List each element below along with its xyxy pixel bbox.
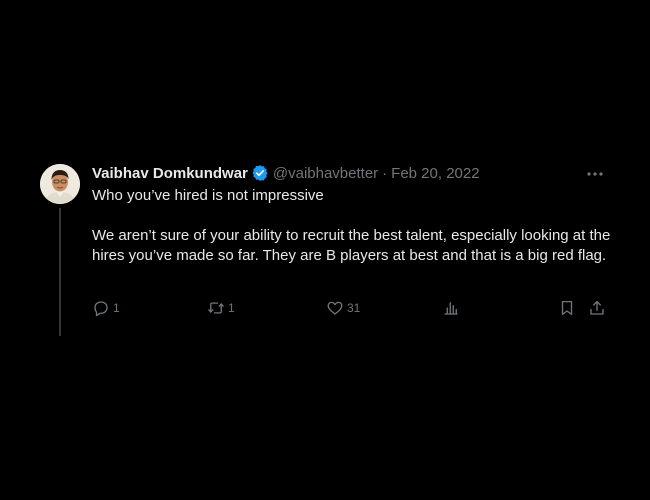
bookmark-icon — [561, 300, 573, 316]
reply-button[interactable]: 1 — [92, 298, 120, 318]
retweet-count: 1 — [228, 301, 235, 315]
author-name[interactable]: Vaibhav Domkundwar — [92, 165, 248, 182]
more-options-icon — [587, 172, 603, 176]
tweet-paragraph: Who you’ve hired is not impressive — [92, 187, 324, 204]
avatar-portrait-icon — [40, 164, 80, 204]
like-button[interactable]: 31 — [326, 298, 360, 318]
retweet-button[interactable]: 1 — [207, 298, 235, 318]
like-count: 31 — [347, 301, 361, 315]
more-options-button[interactable] — [585, 164, 605, 184]
action-bar: 1 1 31 — [92, 298, 608, 318]
reply-icon — [94, 301, 108, 317]
tweet-paragraph: We aren’t sure of your ability to recrui… — [92, 227, 611, 264]
verified-badge-icon — [252, 165, 268, 181]
like-icon — [327, 301, 343, 315]
tweet-header: Vaibhav Domkundwar @vaibhavbetter · Feb … — [92, 162, 480, 184]
retweet-icon — [208, 302, 224, 314]
share-button[interactable] — [588, 298, 606, 318]
reply-count: 1 — [113, 301, 120, 315]
thread-line — [59, 208, 61, 336]
tweet-date[interactable]: Feb 20, 2022 — [391, 165, 479, 182]
views-button[interactable] — [442, 298, 460, 318]
bookmark-button[interactable] — [558, 298, 576, 318]
tweet[interactable]: Vaibhav Domkundwar @vaibhavbetter · Feb … — [40, 160, 615, 340]
views-icon — [444, 302, 458, 315]
tweet-text: Who you’ve hired is not impressive We ar… — [92, 186, 612, 266]
author-handle[interactable]: @vaibhavbetter — [273, 165, 378, 182]
separator-dot: · — [382, 164, 388, 182]
avatar[interactable] — [40, 164, 80, 204]
share-icon — [590, 300, 604, 315]
